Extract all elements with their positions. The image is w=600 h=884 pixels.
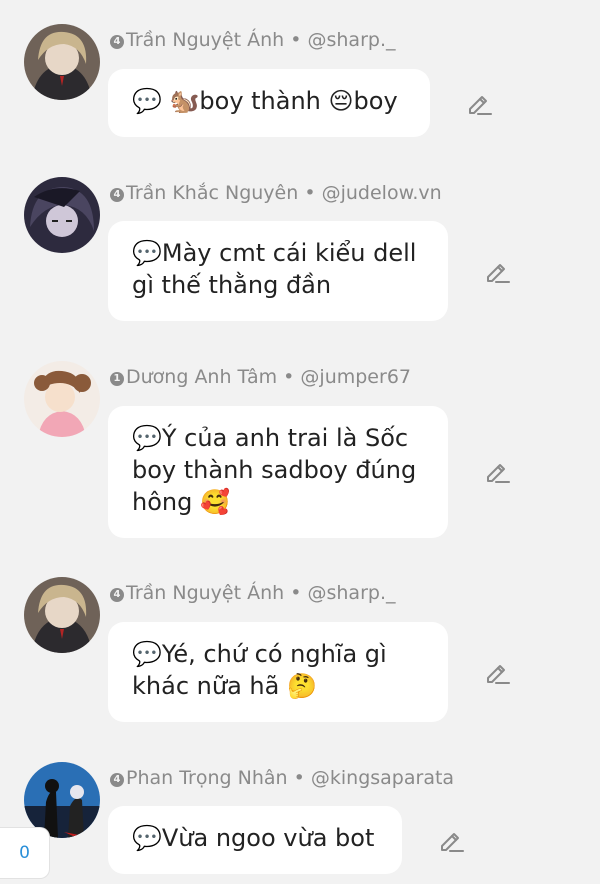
comment-text-line: 💬Mày cmt cái kiểu dell <box>132 239 417 267</box>
author-name[interactable]: Trần Nguyệt Ánh <box>126 582 284 604</box>
pencil-edit-icon[interactable] <box>484 258 510 284</box>
comment-text-line: 💬Ý của anh trai là Sốc <box>132 424 409 452</box>
separator-dot: • <box>304 182 316 204</box>
comment-text-line: 💬Vừa ngoo vừa bot <box>132 824 375 852</box>
comment-header: 1 Dương Anh Tâm • @jumper67 <box>110 366 411 388</box>
pencil-edit-icon[interactable] <box>484 458 510 484</box>
separator-dot: • <box>293 767 305 789</box>
avatar[interactable] <box>24 577 100 653</box>
author-name[interactable]: Trần Khắc Nguyên <box>126 182 298 204</box>
avatar[interactable] <box>24 361 100 437</box>
comment-bubble[interactable]: 💬Vừa ngoo vừa bot <box>108 806 402 874</box>
comment-text-line: gì thế thằng đần <box>132 271 332 299</box>
separator-dot: • <box>283 366 295 388</box>
user-level-badge: 4 <box>110 588 124 602</box>
comment-text-line: 💬 🐿️boy thành 😔boy <box>132 87 398 115</box>
author-handle[interactable]: @sharp._ <box>307 582 395 604</box>
comment-bubble[interactable]: 💬Mày cmt cái kiểu dell gì thế thằng đần <box>108 221 448 321</box>
avatar[interactable] <box>24 177 100 253</box>
user-level-badge: 4 <box>110 188 124 202</box>
pencil-edit-icon[interactable] <box>438 827 464 853</box>
author-handle[interactable]: @sharp._ <box>307 29 395 51</box>
comment-header: 4 Trần Nguyệt Ánh • @sharp._ <box>110 29 395 51</box>
pencil-edit-icon[interactable] <box>466 90 492 116</box>
author-handle[interactable]: @judelow.vn <box>322 182 442 204</box>
avatar[interactable] <box>24 24 100 100</box>
author-handle[interactable]: @kingsaparata <box>311 767 454 789</box>
user-level-badge: 4 <box>110 35 124 49</box>
user-level-badge: 4 <box>110 773 124 787</box>
author-name[interactable]: Phan Trọng Nhân <box>126 767 288 789</box>
comment-text-line: khác nữa hã 🤔 <box>132 672 317 700</box>
comment-bubble[interactable]: 💬 🐿️boy thành 😔boy <box>108 69 430 137</box>
floating-counter[interactable]: 0 <box>0 827 50 879</box>
author-name[interactable]: Dương Anh Tâm <box>126 366 277 388</box>
separator-dot: • <box>290 582 302 604</box>
author-handle[interactable]: @jumper67 <box>300 366 411 388</box>
pencil-edit-icon[interactable] <box>484 659 510 685</box>
comment-text-line: hông 🥰 <box>132 488 230 516</box>
user-level-badge: 1 <box>110 372 124 386</box>
author-name[interactable]: Trần Nguyệt Ánh <box>126 29 284 51</box>
comment-bubble[interactable]: 💬Yé, chứ có nghĩa gì khác nữa hã 🤔 <box>108 622 448 722</box>
comment-header: 4 Phan Trọng Nhân • @kingsaparata <box>110 767 454 789</box>
comment-text-line: 💬Yé, chứ có nghĩa gì <box>132 640 387 668</box>
comment-bubble[interactable]: 💬Ý của anh trai là Sốc boy thành sadboy … <box>108 406 448 538</box>
comment-text-line: boy thành sadboy đúng <box>132 456 417 484</box>
separator-dot: • <box>290 29 302 51</box>
comment-header: 4 Trần Khắc Nguyên • @judelow.vn <box>110 182 442 204</box>
comment-header: 4 Trần Nguyệt Ánh • @sharp._ <box>110 582 395 604</box>
